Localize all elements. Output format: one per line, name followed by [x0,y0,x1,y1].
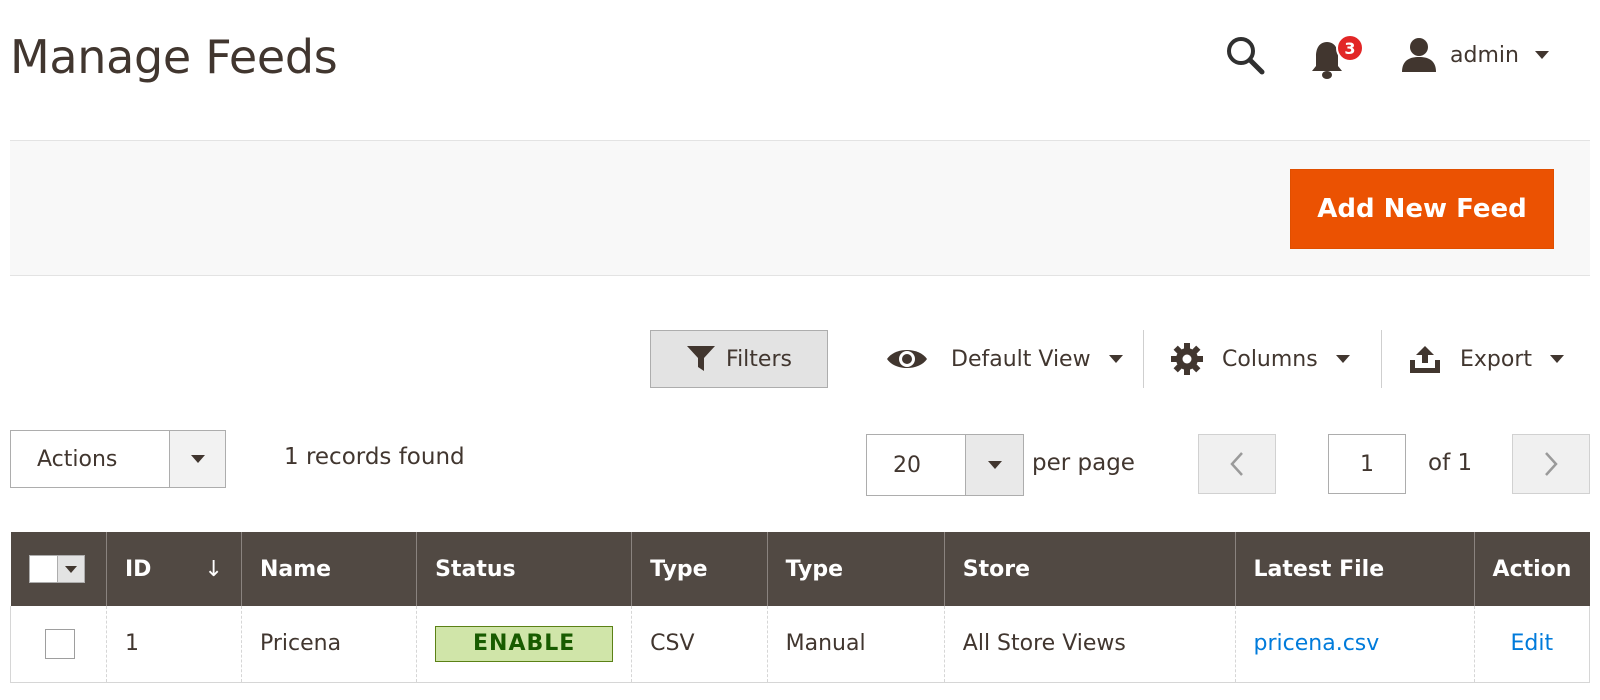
filters-button[interactable]: Filters [650,330,828,388]
header-actions: 3 admin [1180,30,1600,80]
gear-icon [1171,343,1203,375]
cell-status: ENABLE [416,606,632,683]
chevron-down-icon [1534,51,1549,59]
mass-actions-dropdown[interactable]: Actions [10,430,226,488]
notification-count-badge: 3 [1336,34,1364,62]
next-page-button[interactable] [1512,434,1590,494]
chevron-down-icon [1335,355,1350,363]
chevron-right-icon [1545,452,1558,476]
column-header-name[interactable]: Name [240,532,417,606]
sort-arrow-icon: ↓ [204,556,223,582]
column-header-action: Action [1473,532,1590,606]
cell-store: All Store Views [943,606,1236,683]
cell-latest-file: pricena.csv [1234,606,1475,683]
column-header-id[interactable]: ID ↓ [105,532,242,606]
table-header-row: ID ↓ Name Status Type Type Store Latest … [10,532,1590,606]
user-icon [1402,38,1436,72]
column-header-type[interactable]: Type [631,532,768,606]
cell-action: Edit [1473,606,1591,683]
row-select-cell [10,606,107,683]
cell-type: CSV [631,606,768,683]
mass-select-checkbox[interactable] [28,555,85,583]
chevron-down-icon [1550,355,1565,363]
page-title: Manage Feeds [10,30,338,84]
chevron-down-icon [1108,355,1123,363]
columns-selector[interactable]: Columns [1170,330,1350,388]
toolbar-divider [1143,330,1144,388]
notifications-button[interactable]: 3 [1310,34,1370,79]
page-actions-bar: Add New Feed [10,140,1590,276]
records-found: 1 records found [284,444,465,470]
chevron-down-icon [64,565,77,573]
actions-label: Actions [37,446,118,472]
chevron-down-icon [987,461,1002,469]
page-number-input[interactable] [1328,434,1406,494]
feeds-table: ID ↓ Name Status Type Type Store Latest … [10,532,1591,683]
row-checkbox[interactable] [45,628,75,659]
total-pages-label: of 1 [1428,450,1473,476]
column-header-store[interactable]: Store [943,532,1236,606]
view-selector[interactable]: Default View [885,330,1123,388]
per-page-toggle[interactable] [965,435,1023,495]
mass-select-header [10,532,107,606]
chevron-down-icon [190,455,205,463]
latest-file-link[interactable]: pricena.csv [1254,631,1380,656]
columns-label: Columns [1222,346,1318,372]
filter-icon [687,346,716,371]
chevron-left-icon [1230,452,1243,476]
cell-type-2: Manual [766,606,945,683]
per-page-value: 20 [893,452,921,478]
toolbar-divider [1381,330,1382,388]
export-selector[interactable]: Export [1408,330,1565,388]
view-label: Default View [951,346,1091,372]
search-icon[interactable] [1224,34,1266,76]
per-page-label: per page [1032,450,1135,476]
user-name: admin [1450,42,1519,68]
cell-id: 1 [105,606,242,683]
column-header-status[interactable]: Status [416,532,632,606]
eye-icon [887,350,927,368]
edit-link[interactable]: Edit [1510,631,1553,656]
table-row: 1 Pricena ENABLE CSV Manual All Store Vi… [10,606,1591,683]
column-header-type-2[interactable]: Type [766,532,945,606]
column-header-latest-file[interactable]: Latest File [1234,532,1475,606]
filters-label: Filters [726,346,792,372]
previous-page-button[interactable] [1198,434,1276,494]
user-menu[interactable]: admin [1400,30,1549,80]
export-label: Export [1460,346,1533,372]
status-badge: ENABLE [435,625,614,662]
per-page-select[interactable]: 20 [866,434,1024,496]
cell-name: Pricena [240,606,417,683]
add-new-feed-button[interactable]: Add New Feed [1290,169,1554,249]
actions-toggle[interactable] [169,431,225,487]
export-icon [1410,346,1440,373]
